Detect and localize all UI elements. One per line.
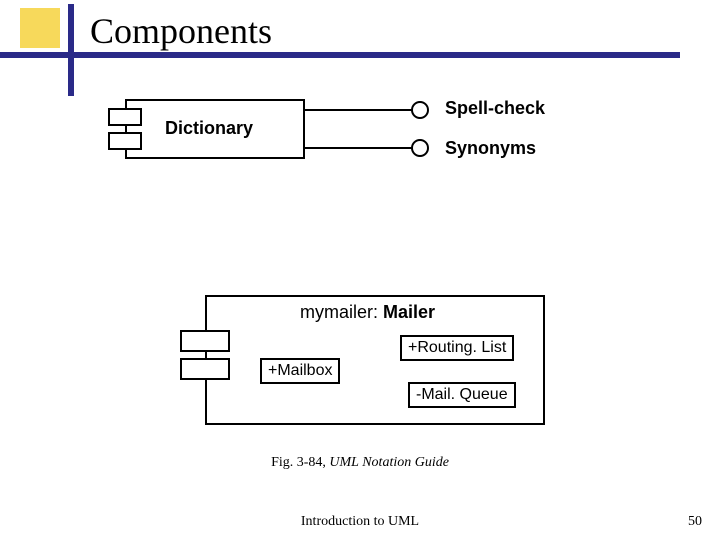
component-prong-icon: [180, 358, 230, 380]
component-prong-icon: [180, 330, 230, 352]
routing-list-part: +Routing. List: [400, 335, 514, 361]
mailer-class-name: Mailer: [383, 302, 435, 322]
slide: Components Dictionary Spell-check Synony…: [0, 0, 720, 540]
synonyms-interface-label: Synonyms: [445, 138, 536, 159]
mailer-instance-prefix: mymailer:: [300, 302, 383, 322]
component-prong-icon: [108, 108, 142, 126]
decor-square-icon: [20, 8, 60, 48]
mailbox-part: +Mailbox: [260, 358, 340, 384]
decor-horizontal-bar: [0, 52, 680, 58]
decor-vertical-bar: [68, 4, 74, 96]
caption-rest: UML Notation Guide: [329, 455, 449, 470]
figure-caption: Fig. 3-84, UML Notation Guide: [0, 455, 720, 471]
page-title: Components: [90, 10, 272, 52]
caption-lead: Fig. 3-84,: [271, 455, 329, 470]
spellcheck-interface-label: Spell-check: [445, 98, 545, 119]
component-prong-icon: [108, 132, 142, 150]
footer-text: Introduction to UML: [0, 514, 720, 530]
page-number: 50: [688, 514, 702, 530]
dictionary-label: Dictionary: [165, 118, 253, 139]
mail-queue-part: -Mail. Queue: [408, 382, 516, 408]
mailer-title: mymailer: Mailer: [300, 302, 435, 323]
